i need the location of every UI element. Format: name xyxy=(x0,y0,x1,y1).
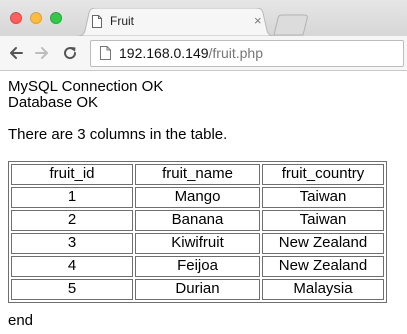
fruit-table: fruit_id fruit_name fruit_country 1 Mang… xyxy=(8,161,387,303)
page-icon xyxy=(100,46,111,60)
cell-fruit-country: New Zealand xyxy=(262,256,384,277)
header-cell: fruit_id xyxy=(11,164,133,185)
tab-close-icon[interactable]: × xyxy=(254,13,262,29)
table-row: 1 Mango Taiwan xyxy=(11,187,384,208)
back-arrow-icon[interactable] xyxy=(8,45,24,61)
url-host: 192.168.0.149 xyxy=(119,45,209,61)
tab-shape xyxy=(78,8,274,36)
cell-fruit-name: Kiwifruit xyxy=(135,233,260,254)
title-bar: Fruit × xyxy=(0,0,407,36)
cell-fruit-country: Taiwan xyxy=(262,187,384,208)
url-text[interactable]: 192.168.0.149/fruit.php xyxy=(119,45,263,61)
table-row: 5 Durian Malaysia xyxy=(11,279,384,300)
tab-title: Fruit xyxy=(110,14,134,28)
cell-fruit-name: Mango xyxy=(135,187,260,208)
header-cell: fruit_country xyxy=(262,164,384,185)
new-tab-button[interactable] xyxy=(272,14,310,36)
cell-fruit-country: Taiwan xyxy=(262,210,384,231)
cell-fruit-name: Banana xyxy=(135,210,260,231)
document-icon xyxy=(92,15,102,28)
tab-fruit[interactable]: Fruit × xyxy=(78,8,274,36)
toolbar: 192.168.0.149/fruit.php xyxy=(0,36,407,71)
cell-fruit-country: New Zealand xyxy=(262,233,384,254)
column-count-text: There are 3 columns in the table. xyxy=(8,126,228,143)
cell-fruit-name: Durian xyxy=(135,279,260,300)
url-path: /fruit.php xyxy=(208,45,264,61)
header-cell: fruit_name xyxy=(135,164,260,185)
reload-icon[interactable] xyxy=(62,45,78,61)
cell-fruit-id: 2 xyxy=(11,210,133,231)
cell-fruit-id: 4 xyxy=(11,256,133,277)
cell-fruit-id: 3 xyxy=(11,233,133,254)
forward-arrow-icon[interactable] xyxy=(34,45,50,61)
address-bar[interactable]: 192.168.0.149/fruit.php xyxy=(90,40,404,67)
close-icon[interactable] xyxy=(10,12,22,24)
database-status: Database OK xyxy=(8,94,99,111)
minimize-icon[interactable] xyxy=(30,12,42,24)
table-row: 3 Kiwifruit New Zealand xyxy=(11,233,384,254)
page-content: MySQL Connection OK Database OK There ar… xyxy=(8,79,403,143)
maximize-icon[interactable] xyxy=(50,12,62,24)
cell-fruit-name: Feijoa xyxy=(135,256,260,277)
cell-fruit-id: 5 xyxy=(11,279,133,300)
cell-fruit-country: Malaysia xyxy=(262,279,384,300)
table-row: 4 Feijoa New Zealand xyxy=(11,256,384,277)
table-header-row: fruit_id fruit_name fruit_country xyxy=(11,164,384,185)
table-row: 2 Banana Taiwan xyxy=(11,210,384,231)
mysql-status: MySQL Connection OK xyxy=(8,78,164,95)
end-text: end xyxy=(8,312,34,329)
cell-fruit-id: 1 xyxy=(11,187,133,208)
